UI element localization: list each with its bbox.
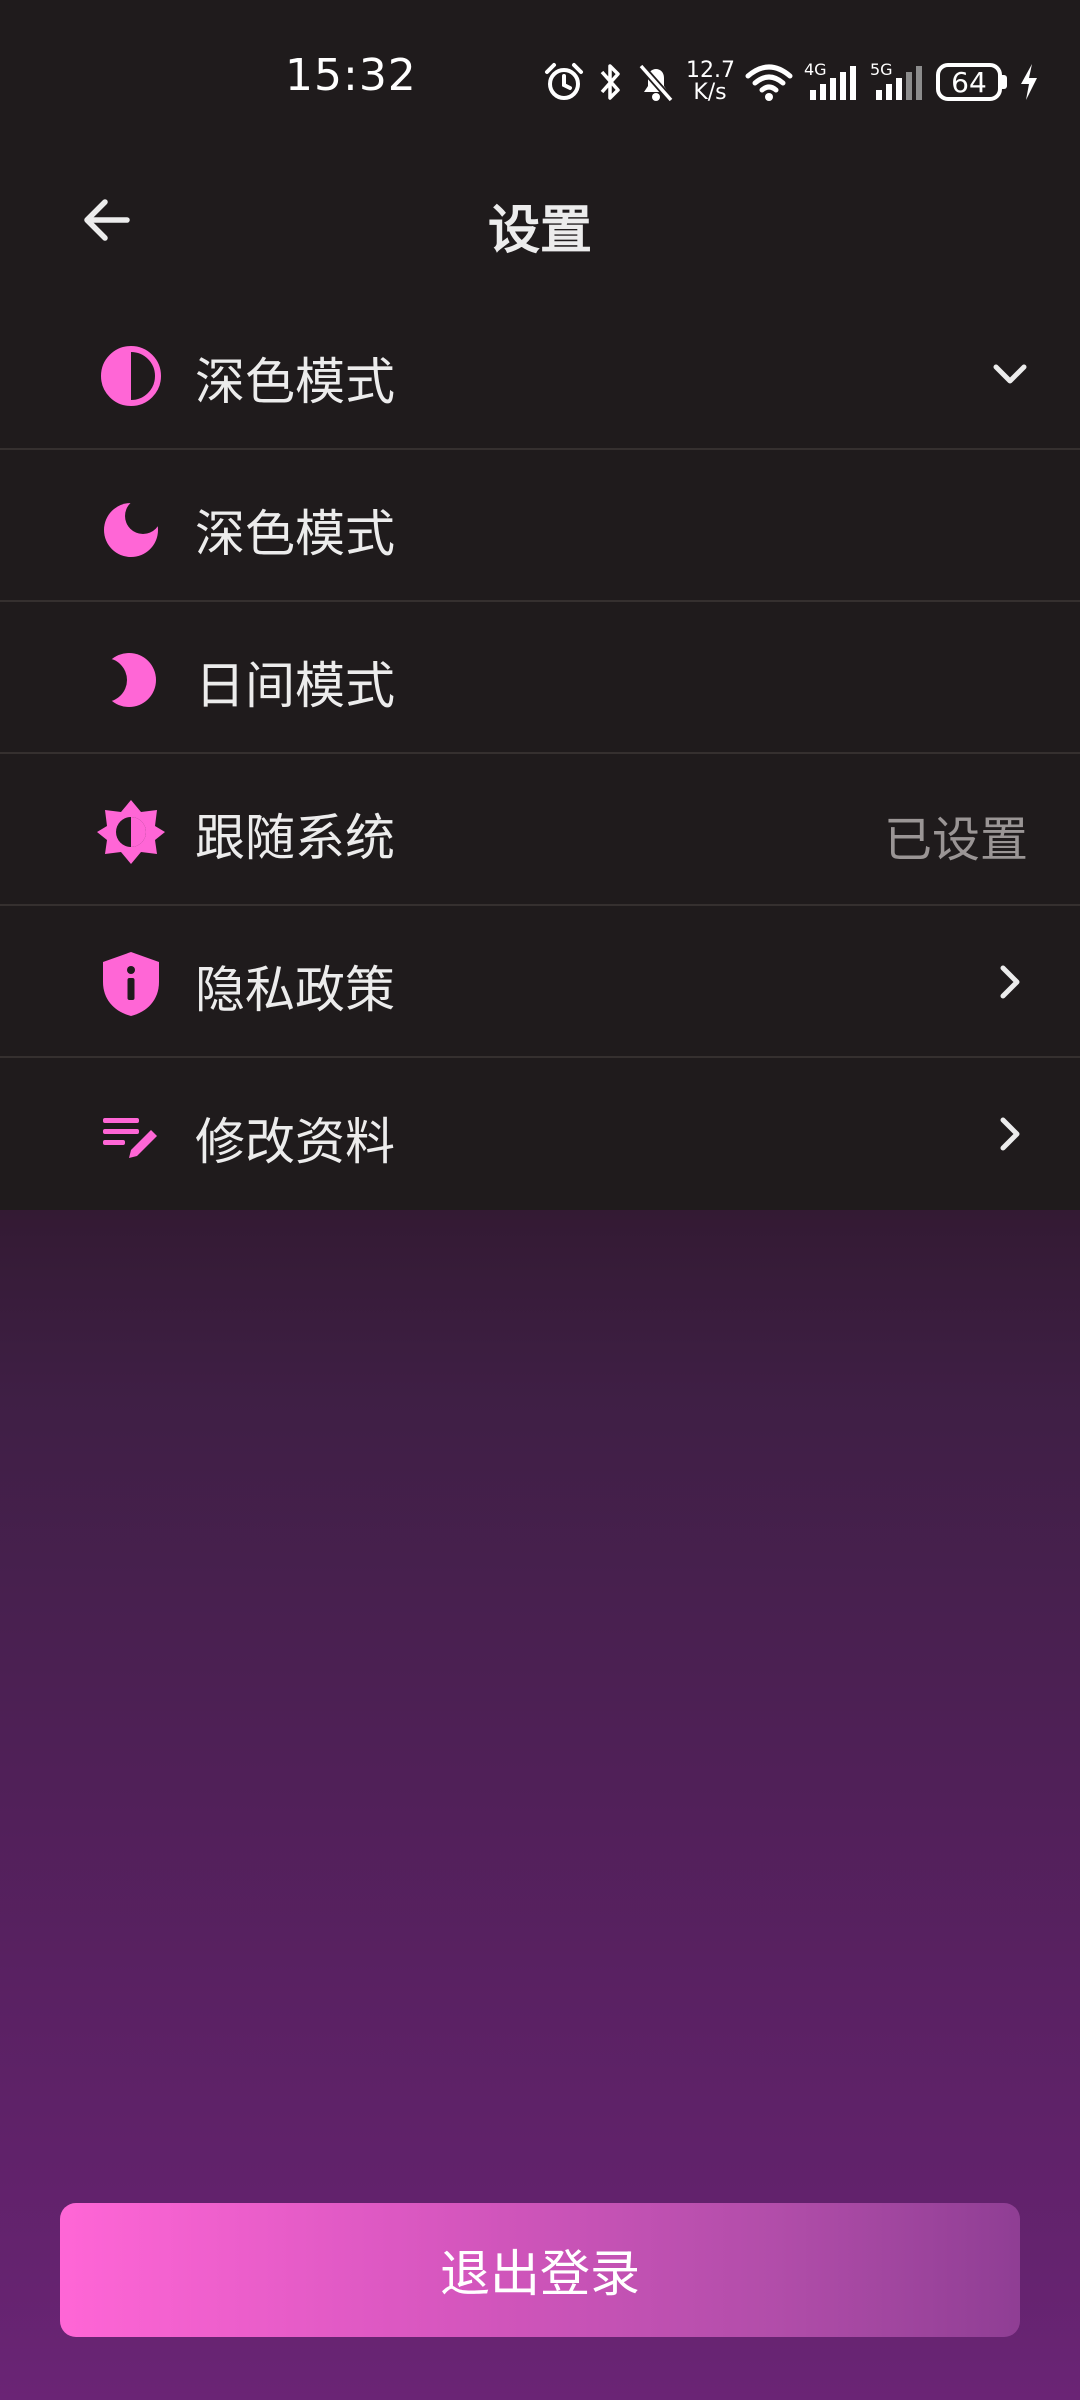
chevron-down-icon: [988, 344, 1032, 404]
dark-mode-option[interactable]: 深色模式: [0, 452, 1080, 602]
edit-profile-item[interactable]: 修改资料: [0, 1060, 1080, 1210]
crescent-icon: [95, 644, 167, 716]
dark-mode-label: 深色模式: [195, 505, 395, 563]
theme-mode-dropdown[interactable]: 深色模式: [0, 300, 1080, 450]
battery-icon: 64: [936, 63, 1007, 101]
bluetooth-icon: [596, 60, 626, 104]
follow-system-status: 已设置: [883, 812, 1028, 868]
privacy-policy-item[interactable]: 隐私政策: [0, 908, 1080, 1058]
edit-profile-icon: [95, 1100, 167, 1172]
theme-mode-label: 深色模式: [195, 353, 395, 411]
contrast-icon: [95, 340, 167, 412]
day-mode-option[interactable]: 日间模式: [0, 604, 1080, 754]
net-speed: 12.7 K/s: [686, 60, 735, 105]
chevron-right-icon: [988, 1104, 1032, 1164]
status-time: 15:32: [285, 50, 417, 101]
logout-button[interactable]: 退出登录: [60, 2203, 1020, 2337]
chevron-right-icon: [988, 952, 1032, 1012]
net-speed-unit: K/s: [693, 80, 727, 105]
signal-4g-icon: 4G: [804, 60, 860, 104]
charging-icon: [1017, 60, 1041, 104]
status-bar: 15:32 12.7 K/s 4G 5G 64: [0, 0, 1080, 160]
edit-profile-label: 修改资料: [195, 1113, 395, 1171]
status-icons: 12.7 K/s 4G 5G 64: [542, 54, 1041, 110]
follow-system-label: 跟随系统: [195, 809, 395, 867]
moon-icon: [95, 492, 167, 564]
mute-icon: [636, 60, 676, 104]
battery-cap: [1002, 75, 1007, 89]
battery-level: 64: [936, 63, 1002, 101]
brightness-auto-icon: [95, 796, 167, 868]
page-title: 设置: [487, 201, 592, 261]
day-mode-label: 日间模式: [195, 657, 395, 715]
wifi-icon: [744, 60, 794, 104]
privacy-shield-icon: [95, 948, 167, 1020]
signal-5g-icon: 5G: [870, 60, 926, 104]
follow-system-option[interactable]: 跟随系统 已设置: [0, 756, 1080, 906]
alarm-icon: [542, 60, 586, 104]
privacy-policy-label: 隐私政策: [195, 961, 395, 1019]
app-bar: 设置: [0, 160, 1080, 280]
